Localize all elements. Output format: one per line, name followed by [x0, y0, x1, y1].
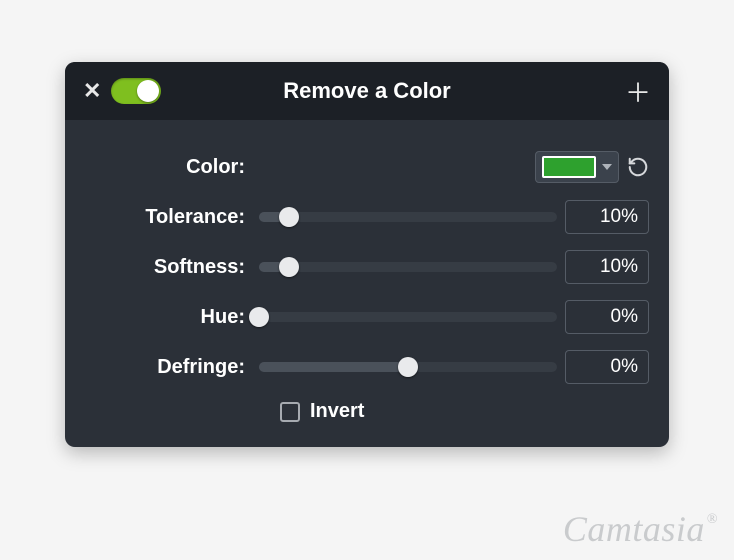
defringe-value[interactable]: 0%: [565, 350, 649, 384]
tolerance-value[interactable]: 10%: [565, 200, 649, 234]
hue-row: Hue: 0%: [85, 300, 649, 334]
tolerance-slider[interactable]: [259, 210, 557, 224]
invert-row: Invert: [85, 400, 649, 423]
softness-label: Softness:: [85, 256, 255, 279]
slider-thumb[interactable]: [249, 307, 269, 327]
chevron-down-icon: [602, 164, 612, 170]
slider-thumb[interactable]: [398, 357, 418, 377]
defringe-slider[interactable]: [259, 360, 557, 374]
hue-value[interactable]: 0%: [565, 300, 649, 334]
hue-label: Hue:: [85, 306, 255, 329]
add-icon[interactable]: ＋: [625, 73, 651, 110]
defringe-row: Defringe: 0%: [85, 350, 649, 384]
invert-checkbox[interactable]: [280, 402, 300, 422]
toggle-knob: [137, 80, 159, 102]
slider-thumb[interactable]: [279, 257, 299, 277]
close-icon[interactable]: ✕: [83, 78, 101, 104]
tolerance-label: Tolerance:: [85, 206, 255, 229]
color-label: Color:: [85, 156, 255, 179]
tolerance-row: Tolerance: 10%: [85, 200, 649, 234]
color-picker-button[interactable]: [535, 151, 619, 183]
reset-icon[interactable]: [627, 156, 649, 178]
panel-body: Color: Tolerance:: [65, 120, 669, 447]
remove-a-color-panel: ✕ Remove a Color ＋ Color:: [65, 62, 669, 447]
hue-slider[interactable]: [259, 310, 557, 324]
softness-value[interactable]: 10%: [565, 250, 649, 284]
color-row: Color:: [85, 150, 649, 184]
titlebar: ✕ Remove a Color ＋: [65, 62, 669, 120]
softness-row: Softness: 10%: [85, 250, 649, 284]
invert-label: Invert: [310, 400, 364, 423]
watermark: Camtasia®: [563, 508, 718, 550]
enable-toggle[interactable]: [111, 78, 161, 104]
slider-thumb[interactable]: [279, 207, 299, 227]
color-swatch: [542, 156, 596, 178]
defringe-label: Defringe:: [85, 356, 255, 379]
softness-slider[interactable]: [259, 260, 557, 274]
